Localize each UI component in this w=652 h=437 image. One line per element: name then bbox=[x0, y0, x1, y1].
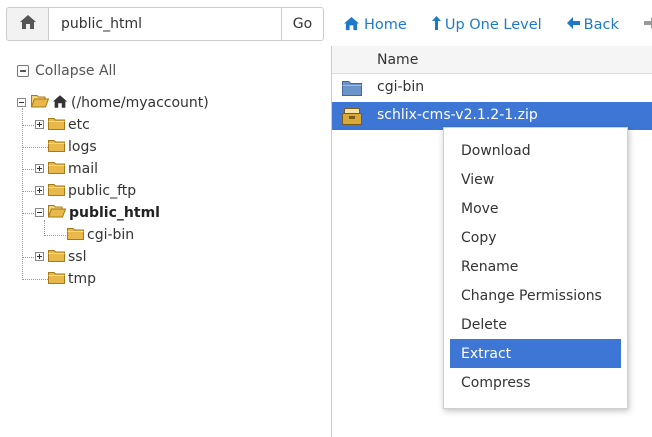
column-header-name[interactable]: Name bbox=[377, 52, 418, 68]
file-row-schlix-zip[interactable]: schlix-cms-v2.1.2-1.zip bbox=[332, 102, 652, 130]
tree-guide-line bbox=[44, 220, 45, 236]
menu-item-download[interactable]: Download bbox=[450, 136, 621, 165]
tree-item-label: ssl bbox=[68, 249, 87, 265]
home-icon bbox=[52, 94, 68, 113]
tree-item-label: mail bbox=[68, 161, 98, 177]
file-name: cgi-bin bbox=[377, 79, 425, 95]
nav-home-link[interactable]: Home bbox=[343, 16, 407, 35]
collapse-icon bbox=[17, 65, 29, 77]
menu-item-view[interactable]: View bbox=[450, 165, 621, 194]
file-row-cgi-bin[interactable]: cgi-bin bbox=[332, 74, 652, 102]
public-html-collapse-toggle[interactable] bbox=[35, 208, 44, 217]
context-menu: Download View Move Copy Rename Change Pe… bbox=[443, 127, 628, 409]
tree-item-label: cgi-bin bbox=[87, 227, 135, 243]
tree-guide-line bbox=[44, 235, 66, 236]
tree-guide-line bbox=[22, 108, 23, 280]
menu-item-extract[interactable]: Extract bbox=[450, 339, 621, 368]
navigation-links: Home Up One Level Back bbox=[343, 14, 652, 36]
home-icon bbox=[19, 14, 37, 34]
tree-item-tmp[interactable]: tmp bbox=[48, 268, 96, 290]
tree-guide-line bbox=[22, 213, 36, 214]
folder-icon bbox=[48, 183, 65, 200]
file-name: schlix-cms-v2.1.2-1.zip bbox=[377, 107, 538, 123]
open-folder-icon bbox=[30, 94, 50, 112]
tree-guide-line bbox=[22, 169, 36, 170]
tree-item-label: public_html bbox=[69, 205, 160, 221]
directory-tree: Collapse All (/home/myaccount) etc logs … bbox=[0, 46, 331, 437]
nav-up-one-level-link[interactable]: Up One Level bbox=[431, 16, 542, 34]
archive-icon bbox=[342, 108, 362, 129]
arrow-left-icon bbox=[566, 17, 584, 33]
arrow-up-icon bbox=[431, 16, 445, 34]
tree-item-etc[interactable]: etc bbox=[48, 114, 90, 136]
folder-icon bbox=[48, 271, 65, 288]
folder-icon bbox=[48, 117, 65, 134]
menu-item-change-permissions[interactable]: Change Permissions bbox=[450, 281, 621, 310]
tree-guide-line bbox=[22, 147, 48, 148]
home-icon bbox=[343, 16, 364, 35]
tree-item-label: etc bbox=[68, 117, 90, 133]
nav-forward-link[interactable]: F bbox=[643, 17, 652, 33]
tree-guide-line bbox=[22, 191, 36, 192]
tree-item-label: public_ftp bbox=[68, 183, 137, 199]
home-path-button[interactable] bbox=[6, 7, 49, 41]
tree-guide-line bbox=[22, 125, 36, 126]
path-input[interactable] bbox=[48, 7, 282, 41]
tree-item-label: logs bbox=[68, 139, 97, 155]
nav-up-label: Up One Level bbox=[444, 17, 542, 33]
tree-guide-line bbox=[22, 257, 36, 258]
ssl-expand-toggle[interactable] bbox=[35, 252, 44, 261]
folder-icon bbox=[48, 161, 65, 178]
tree-item-label: tmp bbox=[68, 271, 97, 287]
toolbar: Go Home Up One Level Bac bbox=[0, 0, 652, 46]
tree-item-public-ftp[interactable]: public_ftp bbox=[48, 180, 136, 202]
tree-item-public-html[interactable]: public_html bbox=[47, 202, 160, 224]
nav-back-label: Back bbox=[583, 17, 619, 33]
root-collapse-toggle[interactable] bbox=[17, 98, 26, 107]
go-button[interactable]: Go bbox=[281, 7, 324, 41]
collapse-all-button[interactable]: Collapse All bbox=[17, 63, 116, 79]
column-header-row: Name bbox=[332, 46, 652, 74]
nav-home-label: Home bbox=[364, 17, 407, 33]
folder-icon bbox=[342, 80, 362, 100]
mail-expand-toggle[interactable] bbox=[35, 164, 44, 173]
tree-item-ssl[interactable]: ssl bbox=[48, 246, 86, 268]
open-folder-icon bbox=[47, 204, 67, 222]
public-ftp-expand-toggle[interactable] bbox=[35, 186, 44, 195]
tree-guide-line bbox=[22, 279, 48, 280]
tree-root[interactable]: (/home/myaccount) bbox=[30, 92, 209, 114]
menu-item-delete[interactable]: Delete bbox=[450, 310, 621, 339]
arrow-right-icon bbox=[643, 17, 652, 33]
tree-item-cgi-bin[interactable]: cgi-bin bbox=[67, 224, 134, 246]
folder-icon bbox=[67, 227, 84, 244]
tree-root-label: (/home/myaccount) bbox=[71, 95, 209, 111]
folder-icon bbox=[48, 139, 65, 156]
etc-expand-toggle[interactable] bbox=[35, 120, 44, 129]
menu-item-move[interactable]: Move bbox=[450, 194, 621, 223]
nav-back-link[interactable]: Back bbox=[566, 17, 619, 33]
tree-item-mail[interactable]: mail bbox=[48, 158, 98, 180]
folder-icon bbox=[48, 249, 65, 266]
tree-item-logs[interactable]: logs bbox=[48, 136, 97, 158]
menu-item-copy[interactable]: Copy bbox=[450, 223, 621, 252]
menu-item-compress[interactable]: Compress bbox=[450, 368, 621, 397]
menu-item-rename[interactable]: Rename bbox=[450, 252, 621, 281]
collapse-all-label: Collapse All bbox=[35, 63, 117, 79]
